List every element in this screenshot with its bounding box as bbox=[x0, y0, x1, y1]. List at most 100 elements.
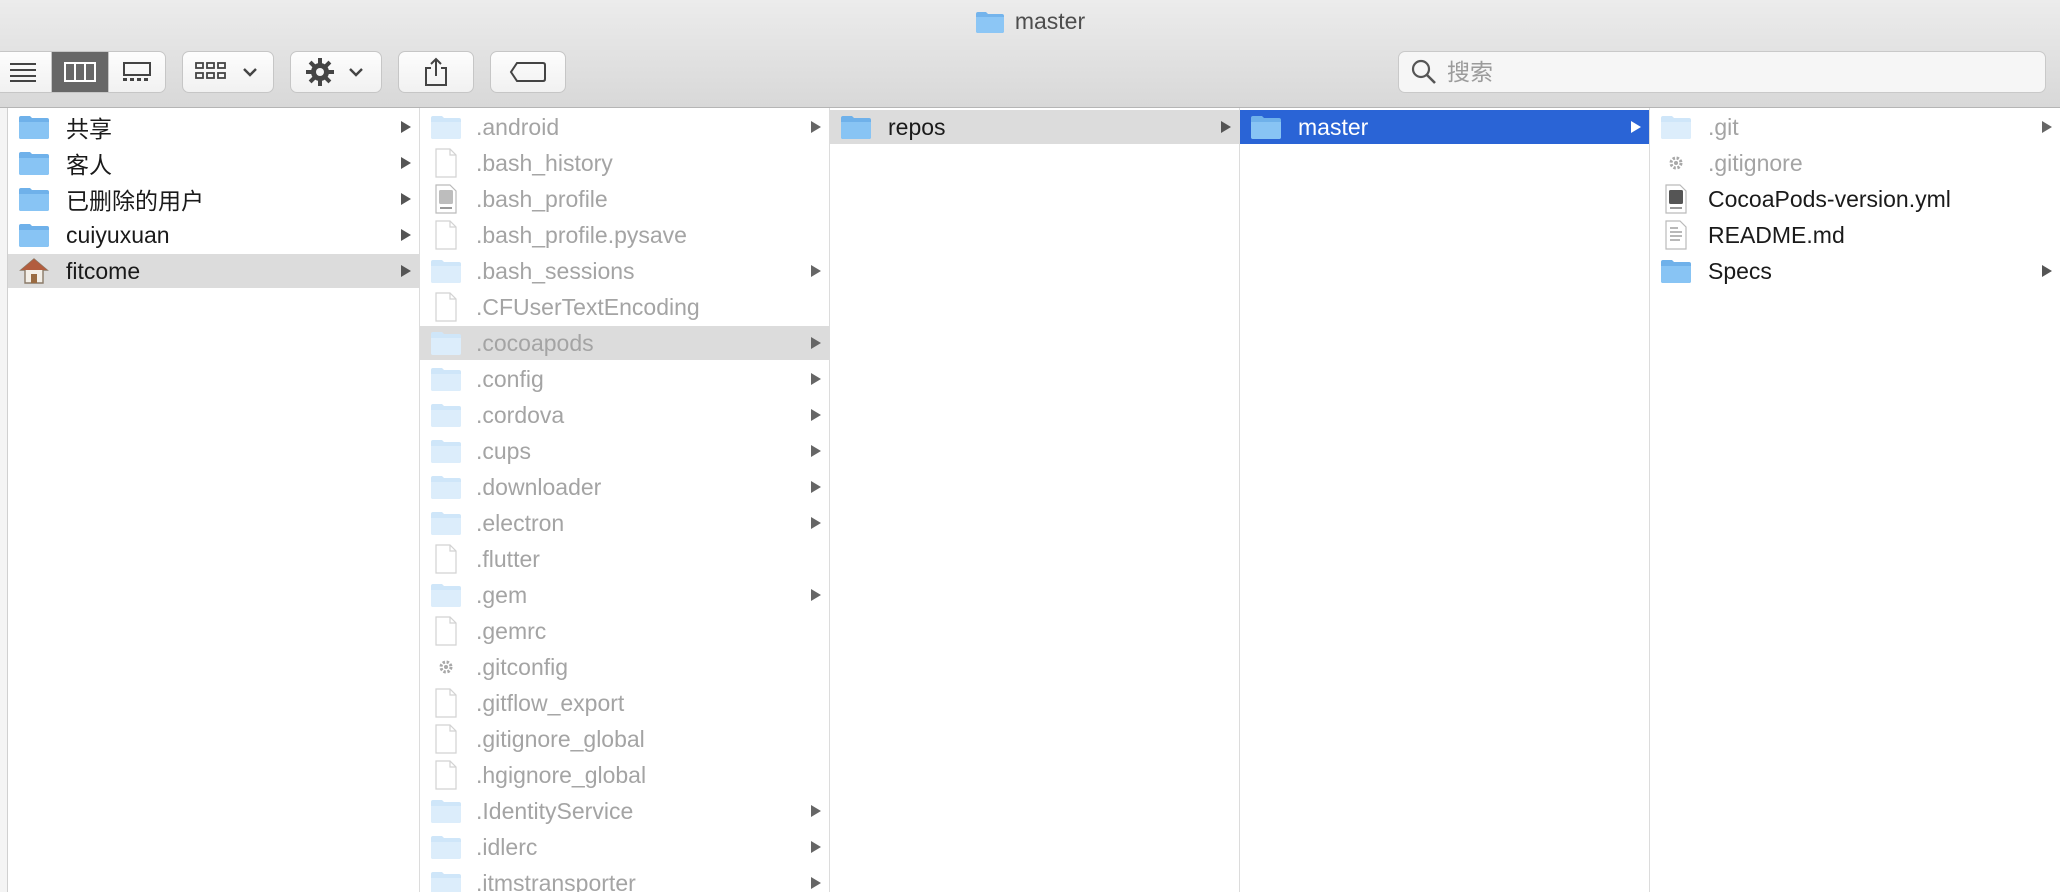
item-label: .cocoapods bbox=[476, 329, 594, 356]
script-file-icon bbox=[430, 184, 462, 214]
disclosure-arrow-icon bbox=[811, 373, 821, 385]
item-label: .idlerc bbox=[476, 833, 538, 860]
list-item[interactable]: fitcome bbox=[8, 254, 419, 288]
action-button[interactable] bbox=[290, 51, 382, 93]
list-item[interactable]: .gitignore_global bbox=[420, 722, 829, 756]
file-icon bbox=[430, 724, 462, 754]
list-item[interactable]: .gitconfig bbox=[420, 650, 829, 684]
folder-icon bbox=[1660, 113, 1692, 141]
list-item[interactable]: .gemrc bbox=[420, 614, 829, 648]
folder-icon bbox=[430, 257, 462, 285]
disclosure-arrow-icon bbox=[811, 481, 821, 493]
column-3[interactable]: repos bbox=[830, 108, 1240, 892]
list-item[interactable]: 客人 bbox=[8, 146, 419, 180]
item-label: .bash_history bbox=[476, 149, 613, 176]
file-icon bbox=[430, 148, 462, 178]
list-item[interactable]: cuiyuxuan bbox=[8, 218, 419, 252]
list-item[interactable]: Specs bbox=[1650, 254, 2060, 288]
item-label: .hgignore_global bbox=[476, 761, 647, 788]
list-item[interactable]: .gitignore bbox=[1650, 146, 2060, 180]
gear-file-icon bbox=[1660, 149, 1692, 177]
list-item[interactable]: .git bbox=[1650, 110, 2060, 144]
disclosure-arrow-icon bbox=[2042, 265, 2052, 277]
column-view-button[interactable] bbox=[51, 52, 108, 92]
item-label: README.md bbox=[1708, 221, 1845, 248]
list-item[interactable]: .bash_profile.pysave bbox=[420, 218, 829, 252]
folder-icon bbox=[430, 869, 462, 892]
search-field[interactable] bbox=[1398, 51, 2046, 93]
list-item[interactable]: .bash_history bbox=[420, 146, 829, 180]
list-item[interactable]: .gem bbox=[420, 578, 829, 612]
tag-button[interactable] bbox=[490, 51, 566, 93]
disclosure-arrow-icon bbox=[811, 805, 821, 817]
list-item[interactable]: .cups bbox=[420, 434, 829, 468]
folder-icon bbox=[18, 113, 50, 141]
folder-icon bbox=[18, 185, 50, 213]
column-5[interactable]: .git .gitignore CocoaPods-version.yml READM… bbox=[1650, 108, 2060, 892]
folder-icon bbox=[430, 401, 462, 429]
column-1[interactable]: 共享 客人 已删除的用户 cuiyuxuan fitcome bbox=[8, 108, 420, 892]
group-by-button[interactable] bbox=[182, 51, 274, 93]
list-item[interactable]: repos bbox=[830, 110, 1239, 144]
folder-icon bbox=[430, 365, 462, 393]
item-label: master bbox=[1298, 113, 1369, 140]
list-view-icon bbox=[10, 63, 36, 82]
list-item[interactable]: .gitflow_export bbox=[420, 686, 829, 720]
disclosure-arrow-icon bbox=[401, 121, 411, 133]
list-item[interactable]: CocoaPods-version.yml bbox=[1650, 182, 2060, 216]
item-label: .config bbox=[476, 365, 544, 392]
item-label: .cups bbox=[476, 437, 531, 464]
text-file-icon bbox=[1660, 220, 1692, 250]
disclosure-arrow-icon bbox=[2042, 121, 2052, 133]
item-label: .itmstransporter bbox=[476, 869, 636, 892]
list-item[interactable]: .bash_sessions bbox=[420, 254, 829, 288]
folder-icon bbox=[430, 581, 462, 609]
search-input[interactable] bbox=[1445, 57, 2009, 87]
list-item[interactable]: .flutter bbox=[420, 542, 829, 576]
chevron-down-icon bbox=[243, 68, 257, 77]
list-item[interactable]: .cocoapods bbox=[420, 326, 829, 360]
list-item[interactable]: master bbox=[1240, 110, 1649, 144]
list-item[interactable]: .cordova bbox=[420, 398, 829, 432]
disclosure-arrow-icon bbox=[811, 589, 821, 601]
column-2[interactable]: .android .bash_history .bash_profile .bash_… bbox=[420, 108, 830, 892]
disclosure-arrow-icon bbox=[401, 193, 411, 205]
list-item[interactable]: .electron bbox=[420, 506, 829, 540]
item-label: .android bbox=[476, 113, 560, 140]
gallery-view-button[interactable] bbox=[108, 52, 165, 92]
item-label: .gitignore_global bbox=[476, 725, 645, 752]
item-label: .CFUserTextEncoding bbox=[476, 293, 700, 320]
list-view-button[interactable] bbox=[0, 52, 51, 92]
list-item[interactable]: .config bbox=[420, 362, 829, 396]
list-item[interactable]: .hgignore_global bbox=[420, 758, 829, 792]
home-icon bbox=[18, 257, 50, 285]
share-button[interactable] bbox=[398, 51, 474, 93]
item-label: .gitflow_export bbox=[476, 689, 625, 716]
list-item[interactable]: .IdentityService bbox=[420, 794, 829, 828]
item-label: .downloader bbox=[476, 473, 602, 500]
disclosure-arrow-icon bbox=[1631, 121, 1641, 133]
item-label: .gem bbox=[476, 581, 528, 608]
list-item[interactable]: .downloader bbox=[420, 470, 829, 504]
list-item[interactable]: .android bbox=[420, 110, 829, 144]
window-title-text: master bbox=[1014, 8, 1086, 34]
disclosure-arrow-icon bbox=[811, 121, 821, 133]
list-item[interactable]: 共享 bbox=[8, 110, 419, 144]
file-icon bbox=[430, 760, 462, 790]
file-icon bbox=[430, 292, 462, 322]
chevron-down-icon bbox=[349, 68, 363, 77]
item-label: .git bbox=[1708, 113, 1739, 140]
disclosure-arrow-icon bbox=[811, 877, 821, 889]
list-item[interactable]: .CFUserTextEncoding bbox=[420, 290, 829, 324]
item-label: .bash_profile.pysave bbox=[476, 221, 687, 248]
list-item[interactable]: .itmstransporter bbox=[420, 866, 829, 892]
list-item[interactable]: README.md bbox=[1650, 218, 2060, 252]
list-item[interactable]: .bash_profile bbox=[420, 182, 829, 216]
folder-icon bbox=[1660, 257, 1692, 285]
disclosure-arrow-icon bbox=[401, 265, 411, 277]
column-4[interactable]: master bbox=[1240, 108, 1650, 892]
list-item[interactable]: 已删除的用户 bbox=[8, 182, 419, 216]
sidebar-edge[interactable] bbox=[0, 108, 8, 892]
list-item[interactable]: .idlerc bbox=[420, 830, 829, 864]
disclosure-arrow-icon bbox=[811, 265, 821, 277]
